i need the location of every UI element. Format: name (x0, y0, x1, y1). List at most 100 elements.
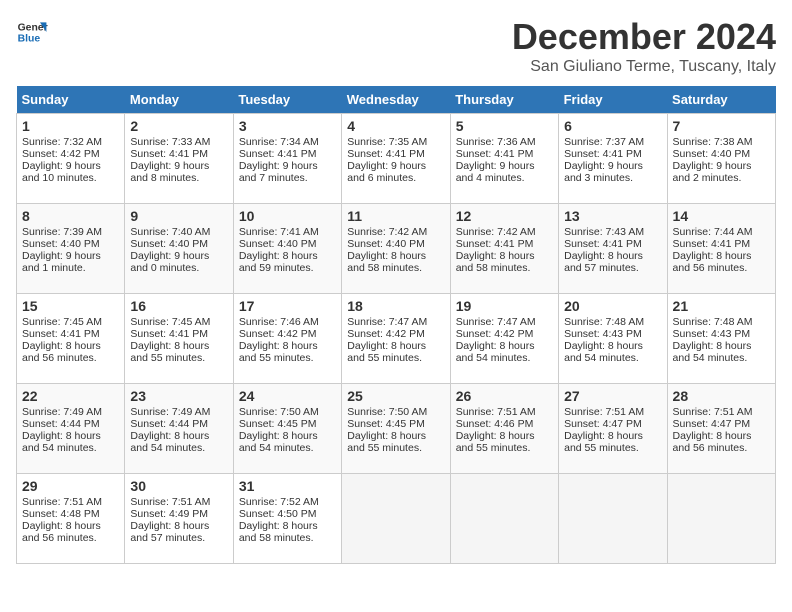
sunset: Sunset: 4:40 PM (347, 238, 425, 250)
svg-text:Blue: Blue (18, 34, 41, 45)
sunset: Sunset: 4:40 PM (673, 148, 751, 160)
calendar-cell: 27 Sunrise: 7:51 AM Sunset: 4:47 PM Dayl… (559, 384, 667, 474)
day-number: 5 (456, 118, 553, 134)
daylight: Daylight: 8 hours and 59 minutes. (239, 250, 318, 274)
calendar-cell: 21 Sunrise: 7:48 AM Sunset: 4:43 PM Dayl… (667, 294, 775, 384)
sunrise: Sunrise: 7:46 AM (239, 316, 319, 328)
daylight: Daylight: 9 hours and 0 minutes. (130, 250, 209, 274)
sunset: Sunset: 4:41 PM (456, 148, 534, 160)
sunrise: Sunrise: 7:44 AM (673, 226, 753, 238)
day-number: 21 (673, 298, 770, 314)
calendar-cell: 3 Sunrise: 7:34 AM Sunset: 4:41 PM Dayli… (233, 114, 341, 204)
calendar-cell: 7 Sunrise: 7:38 AM Sunset: 4:40 PM Dayli… (667, 114, 775, 204)
sunrise: Sunrise: 7:38 AM (673, 136, 753, 148)
sunset: Sunset: 4:49 PM (130, 508, 208, 520)
daylight: Daylight: 8 hours and 55 minutes. (456, 430, 535, 454)
sunset: Sunset: 4:48 PM (22, 508, 100, 520)
day-number: 28 (673, 388, 770, 404)
sunset: Sunset: 4:42 PM (456, 328, 534, 340)
location-title: San Giuliano Terme, Tuscany, Italy (512, 58, 776, 76)
calendar-cell: 6 Sunrise: 7:37 AM Sunset: 4:41 PM Dayli… (559, 114, 667, 204)
sunset: Sunset: 4:44 PM (22, 418, 100, 430)
sunset: Sunset: 4:42 PM (239, 328, 317, 340)
day-number: 20 (564, 298, 661, 314)
sunset: Sunset: 4:41 PM (22, 328, 100, 340)
calendar-cell (342, 474, 450, 564)
sunrise: Sunrise: 7:32 AM (22, 136, 102, 148)
sunrise: Sunrise: 7:51 AM (456, 406, 536, 418)
day-number: 2 (130, 118, 227, 134)
sunrise: Sunrise: 7:48 AM (673, 316, 753, 328)
calendar-cell: 1 Sunrise: 7:32 AM Sunset: 4:42 PM Dayli… (17, 114, 125, 204)
calendar-cell: 12 Sunrise: 7:42 AM Sunset: 4:41 PM Dayl… (450, 204, 558, 294)
daylight: Daylight: 8 hours and 56 minutes. (673, 430, 752, 454)
sunrise: Sunrise: 7:51 AM (564, 406, 644, 418)
daylight: Daylight: 9 hours and 10 minutes. (22, 160, 101, 184)
daylight: Daylight: 9 hours and 4 minutes. (456, 160, 535, 184)
daylight: Daylight: 8 hours and 56 minutes. (22, 340, 101, 364)
sunset: Sunset: 4:41 PM (130, 328, 208, 340)
sunset: Sunset: 4:40 PM (239, 238, 317, 250)
calendar-cell: 15 Sunrise: 7:45 AM Sunset: 4:41 PM Dayl… (17, 294, 125, 384)
day-number: 17 (239, 298, 336, 314)
day-header-thursday: Thursday (450, 86, 558, 114)
daylight: Daylight: 8 hours and 56 minutes. (673, 250, 752, 274)
day-number: 10 (239, 208, 336, 224)
day-number: 26 (456, 388, 553, 404)
sunset: Sunset: 4:42 PM (347, 328, 425, 340)
day-number: 18 (347, 298, 444, 314)
daylight: Daylight: 8 hours and 58 minutes. (456, 250, 535, 274)
day-header-tuesday: Tuesday (233, 86, 341, 114)
daylight: Daylight: 8 hours and 54 minutes. (564, 340, 643, 364)
sunrise: Sunrise: 7:41 AM (239, 226, 319, 238)
sunrise: Sunrise: 7:47 AM (456, 316, 536, 328)
sunset: Sunset: 4:41 PM (347, 148, 425, 160)
day-number: 23 (130, 388, 227, 404)
calendar-cell: 8 Sunrise: 7:39 AM Sunset: 4:40 PM Dayli… (17, 204, 125, 294)
calendar-cell: 5 Sunrise: 7:36 AM Sunset: 4:41 PM Dayli… (450, 114, 558, 204)
day-number: 14 (673, 208, 770, 224)
sunset: Sunset: 4:40 PM (130, 238, 208, 250)
sunrise: Sunrise: 7:37 AM (564, 136, 644, 148)
day-number: 8 (22, 208, 119, 224)
sunset: Sunset: 4:40 PM (22, 238, 100, 250)
calendar-cell: 22 Sunrise: 7:49 AM Sunset: 4:44 PM Dayl… (17, 384, 125, 474)
day-number: 15 (22, 298, 119, 314)
daylight: Daylight: 8 hours and 55 minutes. (564, 430, 643, 454)
sunset: Sunset: 4:44 PM (130, 418, 208, 430)
calendar-cell: 28 Sunrise: 7:51 AM Sunset: 4:47 PM Dayl… (667, 384, 775, 474)
daylight: Daylight: 9 hours and 1 minute. (22, 250, 101, 274)
day-number: 11 (347, 208, 444, 224)
daylight: Daylight: 9 hours and 7 minutes. (239, 160, 318, 184)
daylight: Daylight: 8 hours and 58 minutes. (239, 520, 318, 544)
day-number: 27 (564, 388, 661, 404)
day-number: 22 (22, 388, 119, 404)
month-title: December 2024 (512, 16, 776, 58)
calendar-cell: 19 Sunrise: 7:47 AM Sunset: 4:42 PM Dayl… (450, 294, 558, 384)
daylight: Daylight: 8 hours and 55 minutes. (347, 430, 426, 454)
calendar-cell: 23 Sunrise: 7:49 AM Sunset: 4:44 PM Dayl… (125, 384, 233, 474)
calendar-cell: 20 Sunrise: 7:48 AM Sunset: 4:43 PM Dayl… (559, 294, 667, 384)
sunrise: Sunrise: 7:51 AM (22, 496, 102, 508)
daylight: Daylight: 8 hours and 54 minutes. (130, 430, 209, 454)
daylight: Daylight: 8 hours and 55 minutes. (239, 340, 318, 364)
day-number: 7 (673, 118, 770, 134)
day-number: 3 (239, 118, 336, 134)
sunrise: Sunrise: 7:51 AM (130, 496, 210, 508)
daylight: Daylight: 9 hours and 6 minutes. (347, 160, 426, 184)
day-number: 24 (239, 388, 336, 404)
sunrise: Sunrise: 7:45 AM (130, 316, 210, 328)
day-number: 30 (130, 478, 227, 494)
sunset: Sunset: 4:43 PM (564, 328, 642, 340)
sunset: Sunset: 4:41 PM (456, 238, 534, 250)
day-header-monday: Monday (125, 86, 233, 114)
calendar-cell: 16 Sunrise: 7:45 AM Sunset: 4:41 PM Dayl… (125, 294, 233, 384)
sunset: Sunset: 4:41 PM (673, 238, 751, 250)
calendar-cell (559, 474, 667, 564)
sunrise: Sunrise: 7:39 AM (22, 226, 102, 238)
daylight: Daylight: 9 hours and 8 minutes. (130, 160, 209, 184)
sunrise: Sunrise: 7:48 AM (564, 316, 644, 328)
calendar-cell: 26 Sunrise: 7:51 AM Sunset: 4:46 PM Dayl… (450, 384, 558, 474)
sunset: Sunset: 4:41 PM (239, 148, 317, 160)
day-number: 4 (347, 118, 444, 134)
